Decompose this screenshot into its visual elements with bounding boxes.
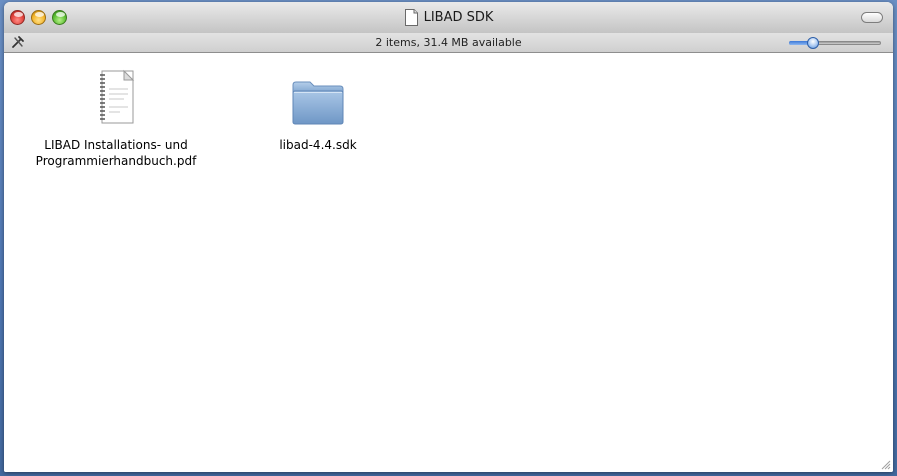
slider-knob[interactable] (807, 37, 819, 49)
file-item-label-line: Programmierhandbuch.pdf (35, 154, 197, 168)
icon-size-slider[interactable] (789, 37, 881, 49)
folder-icon[interactable] (290, 79, 346, 127)
file-item-folder[interactable]: libad-4.4.sdk (223, 65, 413, 153)
title-bar[interactable]: LIBAD SDK (4, 2, 893, 34)
resize-grip-icon[interactable] (879, 458, 891, 470)
file-item-label: libad-4.4.sdk (223, 137, 413, 153)
finder-window: LIBAD SDK 2 items, 31.4 MB available LIB… (4, 2, 893, 472)
file-view[interactable]: LIBAD Installations- und Programmierhand… (4, 53, 893, 472)
file-item-label: LIBAD Installations- und Programmierhand… (21, 137, 211, 169)
toolbar-toggle-button[interactable] (861, 12, 883, 23)
status-bar: 2 items, 31.4 MB available (4, 33, 893, 53)
status-text: 2 items, 31.4 MB available (375, 36, 522, 49)
file-item-label-line: libad-4.4.sdk (279, 138, 357, 152)
window-title-area: LIBAD SDK (4, 2, 893, 33)
folder-icon-wrap (223, 65, 413, 127)
window-title: LIBAD SDK (423, 10, 494, 25)
document-icon[interactable] (404, 9, 419, 26)
file-item-pdf[interactable]: LIBAD Installations- und Programmierhand… (21, 65, 211, 169)
file-item-label-line: LIBAD Installations- und (44, 138, 188, 152)
pdf-document-icon-wrap (21, 65, 211, 127)
pdf-document-icon[interactable] (94, 69, 138, 127)
